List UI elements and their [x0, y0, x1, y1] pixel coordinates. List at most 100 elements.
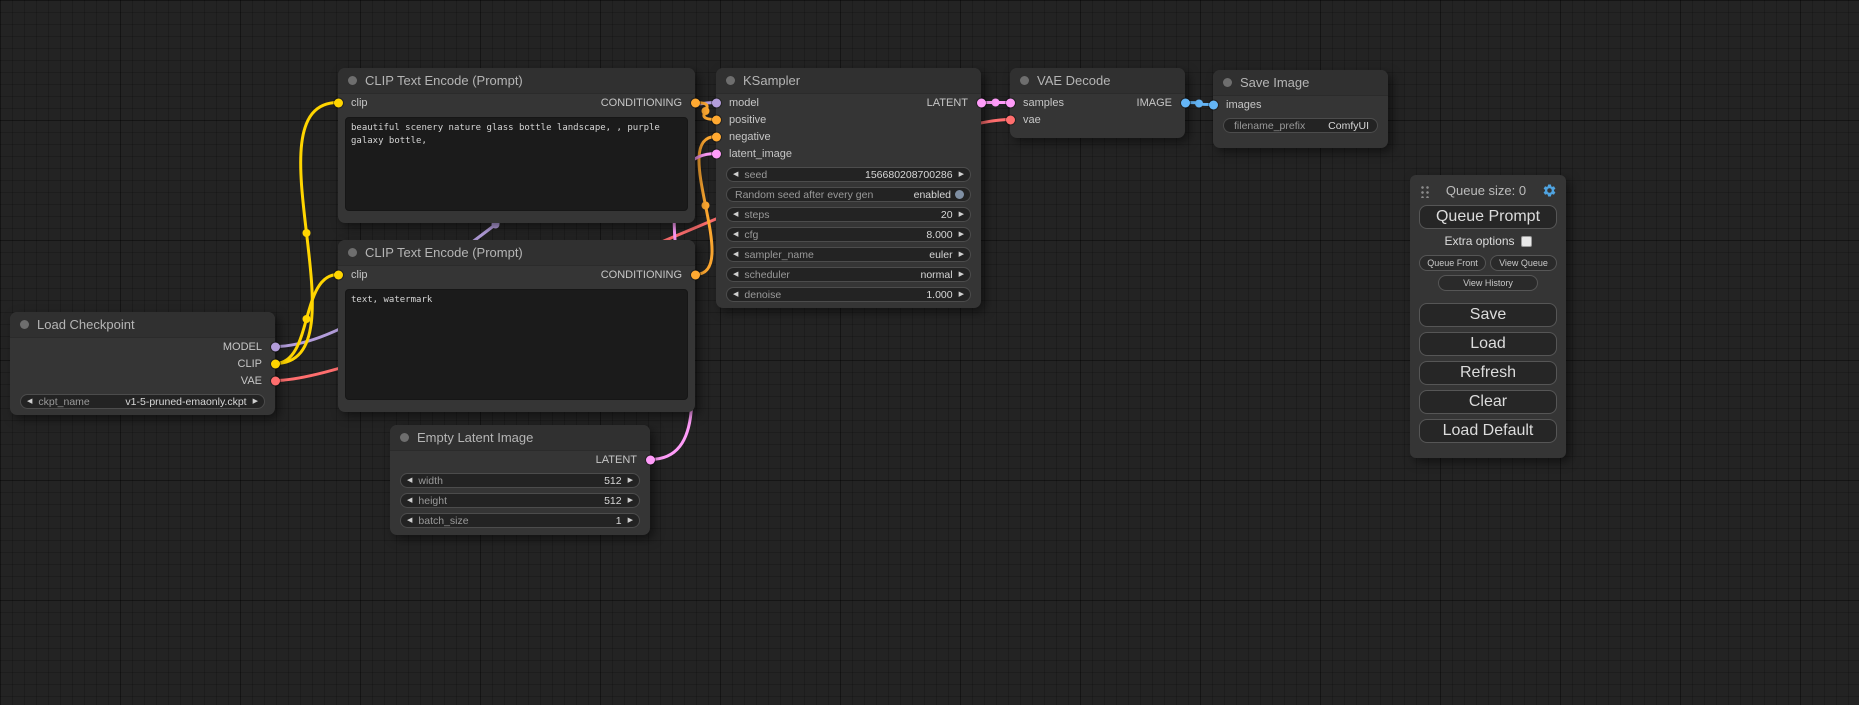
node-clip-text-encode-negative[interactable]: CLIP Text Encode (Prompt) clip CONDITION…: [338, 240, 695, 412]
clip-output-dot[interactable]: [271, 359, 280, 368]
node-vae-decode[interactable]: VAE Decode samples IMAGE vae: [1010, 68, 1185, 138]
widget-name: batch_size: [418, 515, 468, 527]
increment-arrow-icon[interactable]: ▶: [959, 251, 964, 258]
cfg-widget[interactable]: ◀ cfg 8.000 ▶: [726, 227, 971, 242]
latent-output-dot[interactable]: [977, 98, 986, 107]
model-output-dot[interactable]: [271, 342, 280, 351]
node-titlebar[interactable]: Save Image: [1213, 70, 1388, 96]
clip-input-dot[interactable]: [334, 270, 343, 279]
clear-button[interactable]: Clear: [1419, 390, 1557, 414]
refresh-button[interactable]: Refresh: [1419, 361, 1557, 385]
node-titlebar[interactable]: CLIP Text Encode (Prompt): [338, 68, 695, 94]
settings-gear-icon[interactable]: [1542, 183, 1557, 198]
load-button[interactable]: Load: [1419, 332, 1557, 356]
node-empty-latent-image[interactable]: Empty Latent Image LATENT ◀ width 512 ▶ …: [390, 425, 650, 535]
decrement-arrow-icon[interactable]: ◀: [407, 477, 412, 484]
load-default-button[interactable]: Load Default: [1419, 419, 1557, 443]
image-output-dot[interactable]: [1181, 98, 1190, 107]
decrement-arrow-icon[interactable]: ◀: [407, 497, 412, 504]
filename-prefix-widget[interactable]: filename_prefix ComfyUI: [1223, 118, 1378, 133]
widget-name: sampler_name: [744, 249, 813, 261]
node-title: Load Checkpoint: [37, 317, 135, 332]
collapse-dot-icon[interactable]: [400, 433, 409, 442]
random-seed-toggle-widget[interactable]: Random seed after every gen enabled: [726, 187, 971, 202]
decrement-arrow-icon[interactable]: ◀: [733, 211, 738, 218]
negative-input-dot[interactable]: [712, 132, 721, 141]
slot-row: images: [1213, 96, 1388, 113]
vae-output-dot[interactable]: [271, 376, 280, 385]
steps-widget[interactable]: ◀ steps 20 ▶: [726, 207, 971, 222]
widget-name: scheduler: [744, 269, 790, 281]
latent-output-dot[interactable]: [646, 455, 655, 464]
height-widget[interactable]: ◀ height 512 ▶: [400, 493, 640, 508]
node-save-image[interactable]: Save Image images filename_prefix ComfyU…: [1213, 70, 1388, 148]
node-titlebar[interactable]: KSampler: [716, 68, 981, 94]
batch-size-widget[interactable]: ◀ batch_size 1 ▶: [400, 513, 640, 528]
link-wire[interactable]: [275, 275, 338, 364]
node-graph-canvas[interactable]: { "colors": { "model": "#B39DDB", "clip"…: [0, 0, 1859, 705]
samples-input-dot[interactable]: [1006, 98, 1015, 107]
increment-arrow-icon[interactable]: ▶: [628, 517, 633, 524]
seed-widget[interactable]: ◀ seed 156680208700286 ▶: [726, 167, 971, 182]
link-wire[interactable]: [275, 103, 338, 364]
decrement-arrow-icon[interactable]: ◀: [733, 291, 738, 298]
widget-value: 512: [604, 495, 622, 507]
extra-options-checkbox[interactable]: [1521, 236, 1532, 247]
output-slot-label: LATENT: [927, 97, 968, 109]
node-titlebar[interactable]: CLIP Text Encode (Prompt): [338, 240, 695, 266]
sampler-name-widget[interactable]: ◀ sampler_name euler ▶: [726, 247, 971, 262]
decrement-arrow-icon[interactable]: ◀: [733, 251, 738, 258]
model-input-dot[interactable]: [712, 98, 721, 107]
toggle-dot-icon[interactable]: [955, 190, 964, 199]
node-titlebar[interactable]: Load Checkpoint: [10, 312, 275, 338]
conditioning-output-dot[interactable]: [691, 98, 700, 107]
node-clip-text-encode-positive[interactable]: CLIP Text Encode (Prompt) clip CONDITION…: [338, 68, 695, 223]
node-titlebar[interactable]: VAE Decode: [1010, 68, 1185, 94]
width-widget[interactable]: ◀ width 512 ▶: [400, 473, 640, 488]
input-slot-label: images: [1226, 99, 1261, 111]
decrement-arrow-icon[interactable]: ◀: [733, 171, 738, 178]
decrement-arrow-icon[interactable]: ◀: [27, 398, 32, 405]
latent-image-input-dot[interactable]: [712, 149, 721, 158]
positive-input-dot[interactable]: [712, 115, 721, 124]
increment-arrow-icon[interactable]: ▶: [959, 291, 964, 298]
decrement-arrow-icon[interactable]: ◀: [733, 271, 738, 278]
denoise-widget[interactable]: ◀ denoise 1.000 ▶: [726, 287, 971, 302]
increment-arrow-icon[interactable]: ▶: [959, 211, 964, 218]
increment-arrow-icon[interactable]: ▶: [959, 231, 964, 238]
drag-handle-icon[interactable]: [1419, 184, 1430, 198]
increment-arrow-icon[interactable]: ▶: [959, 171, 964, 178]
increment-arrow-icon[interactable]: ▶: [253, 398, 258, 405]
view-history-button[interactable]: View History: [1438, 275, 1537, 291]
node-titlebar[interactable]: Empty Latent Image: [390, 425, 650, 451]
clip-input-dot[interactable]: [334, 98, 343, 107]
increment-arrow-icon[interactable]: ▶: [959, 271, 964, 278]
collapse-dot-icon[interactable]: [1020, 76, 1029, 85]
node-load-checkpoint[interactable]: Load Checkpoint MODEL CLIP VAE ◀ ckpt_na…: [10, 312, 275, 415]
output-slot-label: MODEL: [223, 341, 262, 353]
negative-prompt-textarea[interactable]: text, watermark: [345, 289, 688, 400]
widget-name: height: [418, 495, 447, 507]
decrement-arrow-icon[interactable]: ◀: [733, 231, 738, 238]
images-input-dot[interactable]: [1209, 100, 1218, 109]
decrement-arrow-icon[interactable]: ◀: [407, 517, 412, 524]
queue-prompt-button[interactable]: Queue Prompt: [1419, 205, 1557, 229]
collapse-dot-icon[interactable]: [20, 320, 29, 329]
collapse-dot-icon[interactable]: [1223, 78, 1232, 87]
widget-name: steps: [744, 209, 769, 221]
increment-arrow-icon[interactable]: ▶: [628, 497, 633, 504]
scheduler-widget[interactable]: ◀ scheduler normal ▶: [726, 267, 971, 282]
node-title: CLIP Text Encode (Prompt): [365, 73, 523, 88]
queue-front-button[interactable]: Queue Front: [1419, 255, 1486, 271]
vae-input-dot[interactable]: [1006, 115, 1015, 124]
collapse-dot-icon[interactable]: [726, 76, 735, 85]
collapse-dot-icon[interactable]: [348, 248, 357, 257]
conditioning-output-dot[interactable]: [691, 270, 700, 279]
node-ksampler[interactable]: KSampler model LATENT positive negative …: [716, 68, 981, 308]
collapse-dot-icon[interactable]: [348, 76, 357, 85]
increment-arrow-icon[interactable]: ▶: [628, 477, 633, 484]
save-button[interactable]: Save: [1419, 303, 1557, 327]
positive-prompt-textarea[interactable]: beautiful scenery nature glass bottle la…: [345, 117, 688, 211]
ckpt-name-widget[interactable]: ◀ ckpt_name v1-5-pruned-emaonly.ckpt ▶: [20, 394, 265, 409]
view-queue-button[interactable]: View Queue: [1490, 255, 1557, 271]
